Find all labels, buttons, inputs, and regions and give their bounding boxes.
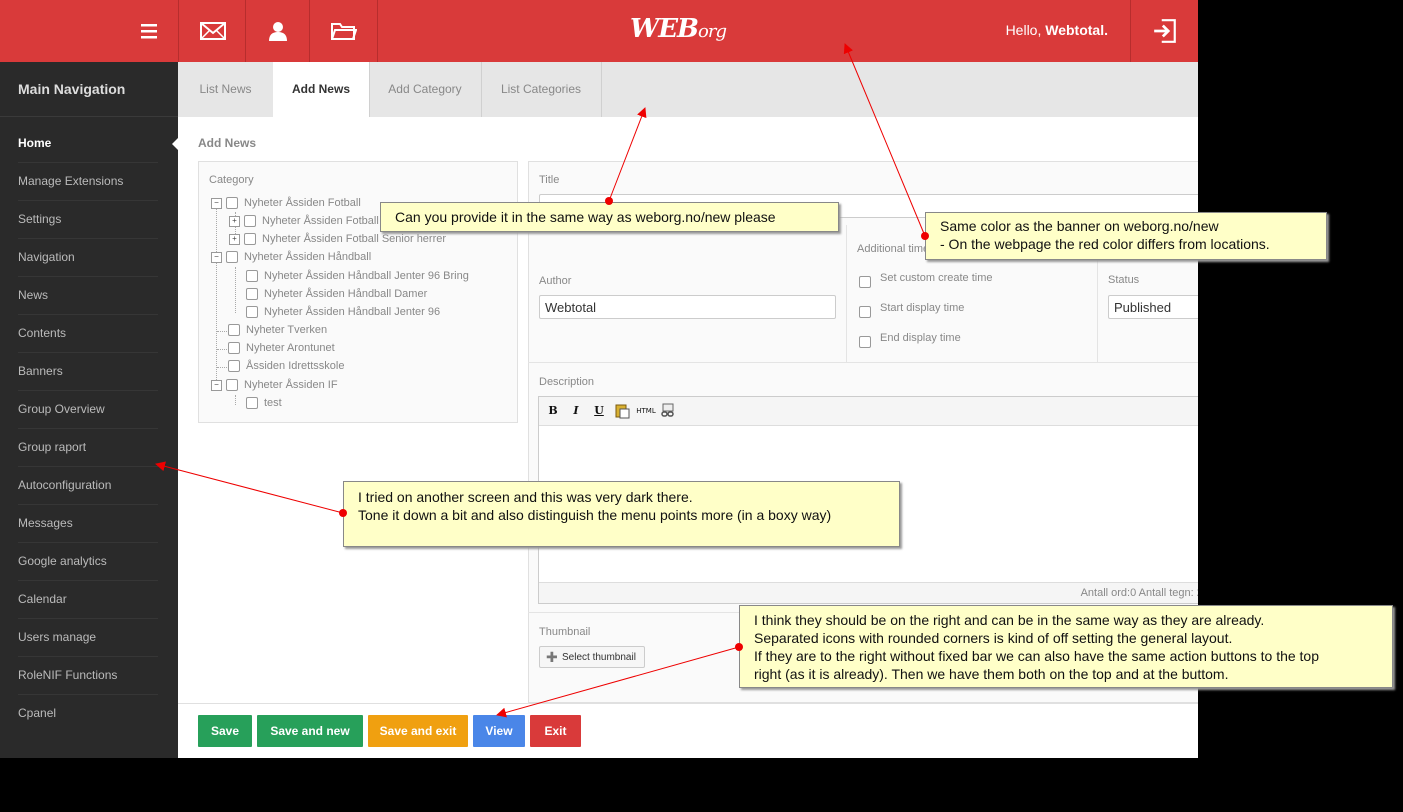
annotation-dot [735, 643, 743, 651]
annotation-dot [921, 232, 929, 240]
annotation-arrow [496, 646, 740, 718]
annotation-arrow [608, 107, 647, 202]
annotation-arrows [155, 43, 929, 718]
annotation-dot [605, 197, 613, 205]
annotation-dot [339, 509, 347, 517]
annotation-arrow [155, 461, 344, 514]
annotation-arrow [843, 43, 926, 237]
